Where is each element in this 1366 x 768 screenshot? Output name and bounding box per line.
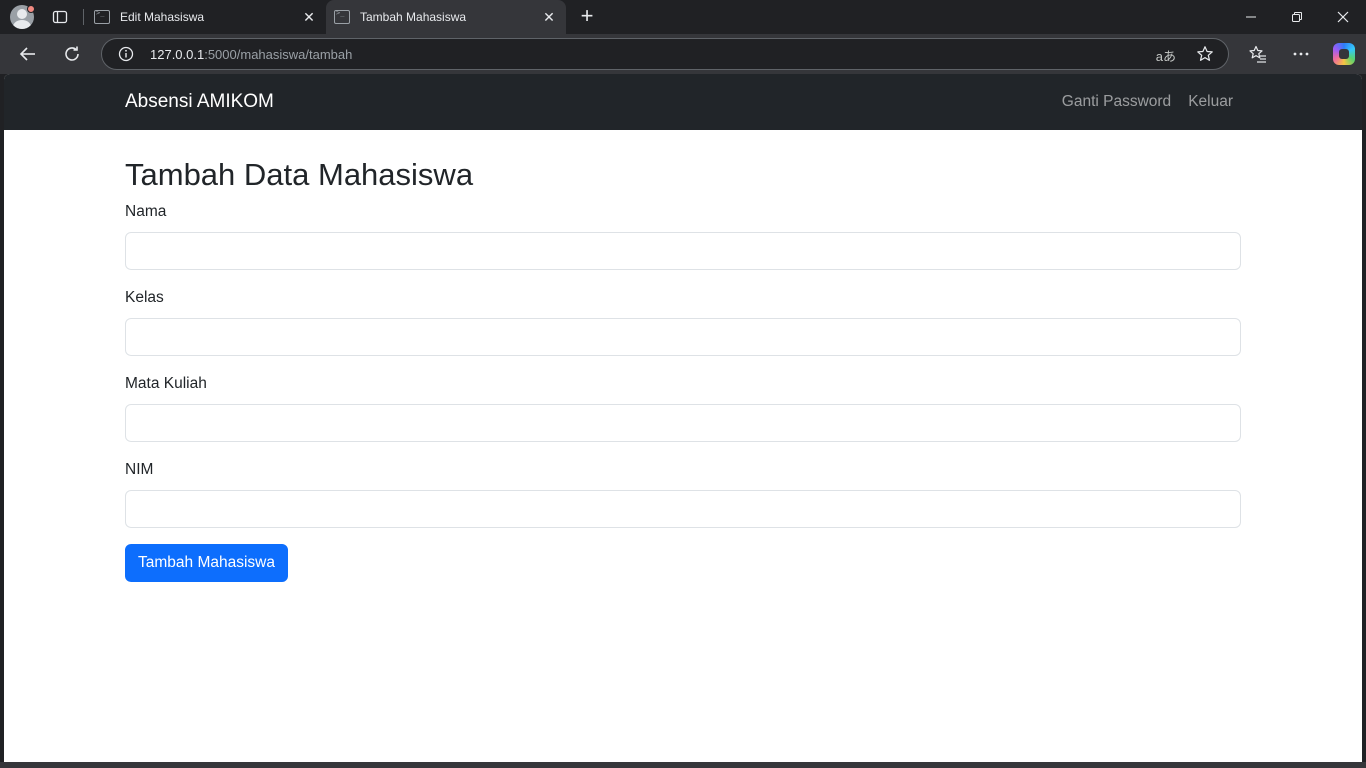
close-tab-icon[interactable]: ✕ [300,8,318,26]
new-tab-icon[interactable]: + [577,5,597,27]
close-tab-icon[interactable]: ✕ [540,8,558,26]
mata-kuliah-input[interactable] [125,404,1241,442]
favorites-icon[interactable] [1248,44,1268,64]
nama-input[interactable] [125,232,1241,270]
back-arrow-icon[interactable] [16,42,40,66]
url-text[interactable]: 127.0.0.1:5000/mahasiswa/tambah [150,47,352,62]
nim-input[interactable] [125,490,1241,528]
tab-edit-mahasiswa[interactable]: Edit Mahasiswa ✕ [83,0,326,34]
close-window-icon[interactable] [1320,0,1366,34]
nav-link-keluar[interactable]: Keluar [1188,93,1233,111]
kelas-input[interactable] [125,318,1241,356]
page-title: Tambah Data Mahasiswa [125,157,474,192]
site-navbar: Absensi AMIKOM Ganti Password Keluar [4,74,1362,130]
url-host: 127.0.0.1 [150,47,205,62]
address-bar[interactable]: 127.0.0.1:5000/mahasiswa/tambah aあ [101,38,1229,70]
star-icon[interactable] [1196,45,1214,63]
navbar-links: Ganti Password Keluar [1062,93,1233,111]
url-path: :5000/mahasiswa/tambah [204,47,353,62]
tab-title: Edit Mahasiswa [120,10,205,24]
browser-toolbar: 127.0.0.1:5000/mahasiswa/tambah aあ [0,34,1366,74]
browser-tab-strip: Edit Mahasiswa ✕ Tambah Mahasiswa ✕ + [0,0,1366,34]
tab-title: Tambah Mahasiswa [360,10,467,24]
info-icon[interactable] [118,46,134,62]
copilot-icon[interactable] [1333,43,1355,65]
navbar-brand[interactable]: Absensi AMIKOM [125,91,274,113]
more-icon[interactable] [1291,44,1311,64]
tab-actions-icon[interactable] [52,9,68,25]
reload-icon[interactable] [60,42,84,66]
tambah-mahasiswa-button[interactable]: Tambah Mahasiswa [125,544,288,582]
page-viewport: Absensi AMIKOM Ganti Password Keluar Tam… [4,74,1362,762]
terminal-favicon-icon [334,9,350,24]
minimize-icon[interactable] [1228,0,1274,34]
window-bottom-edge [0,762,1366,768]
nama-label: Nama [125,203,167,220]
tab-tambah-mahasiswa[interactable]: Tambah Mahasiswa ✕ [326,0,566,34]
nav-link-ganti-password[interactable]: Ganti Password [1062,93,1171,111]
read-aloud-icon[interactable]: aあ [1156,46,1176,65]
profile-notification-badge [27,5,35,13]
terminal-favicon-icon [94,9,110,24]
nim-label: NIM [125,461,154,478]
mata-kuliah-label: Mata Kuliah [125,375,207,392]
restore-icon[interactable] [1274,0,1320,34]
kelas-label: Kelas [125,289,164,306]
